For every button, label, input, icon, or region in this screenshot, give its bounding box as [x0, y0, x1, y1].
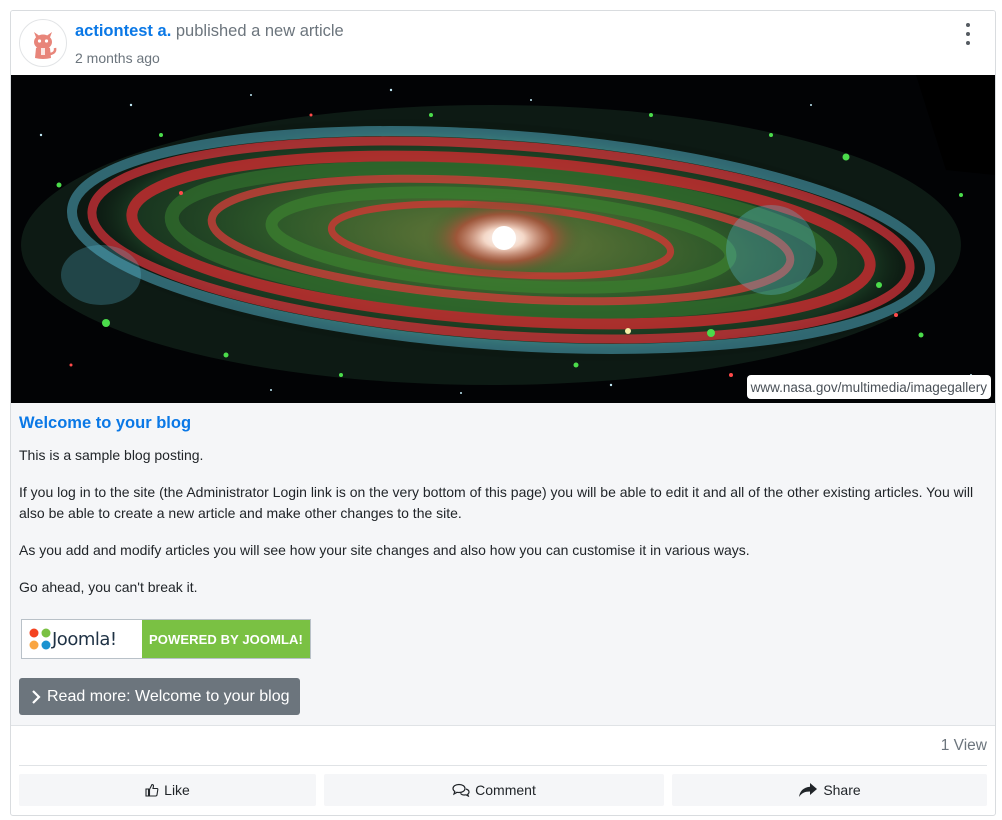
article-paragraph: This is a sample blog posting. [19, 447, 204, 463]
cat-avatar-icon [34, 32, 57, 59]
comment-icon [452, 783, 470, 797]
article-paragraph: If you log in to the site (the Administr… [19, 484, 974, 521]
comment-button[interactable]: Comment [324, 774, 664, 806]
card-header: actiontest a. published a new article 2 … [11, 11, 995, 75]
divider [11, 725, 995, 726]
article-paragraph: Go ahead, you can't break it. [19, 579, 198, 595]
article-paragraph: As you add and modify articles you will … [19, 542, 750, 558]
action-text: published a new article [175, 22, 344, 40]
author-link[interactable]: actiontest a. [75, 22, 171, 40]
article-image[interactable]: www.nasa.gov/multimedia/imagegallery [11, 75, 995, 403]
chevron-right-icon [32, 689, 41, 704]
activity-card: actiontest a. published a new article 2 … [10, 10, 996, 816]
joomla-logo: Joomla! [22, 620, 142, 658]
kebab-menu-icon[interactable] [959, 23, 977, 45]
share-button[interactable]: Share [672, 774, 987, 806]
timestamp: 2 months ago [75, 50, 160, 66]
view-count: 1 View [940, 737, 987, 754]
badge-text: POWERED BY JOOMLA! [142, 620, 310, 658]
like-button[interactable]: Like [19, 774, 316, 806]
powered-by-joomla-badge[interactable]: Joomla! POWERED BY JOOMLA! [21, 619, 311, 659]
thumbs-up-icon [145, 783, 159, 797]
joomla-logo-icon [29, 628, 51, 650]
share-icon [799, 783, 818, 797]
galaxy-image [11, 75, 995, 403]
avatar[interactable] [19, 19, 67, 67]
read-more-label: Read more: Welcome to your blog [47, 687, 290, 705]
like-label: Like [164, 782, 190, 798]
joomla-logo-text: Joomla! [52, 629, 117, 650]
share-label: Share [823, 782, 861, 798]
image-credit: www.nasa.gov/multimedia/imagegallery [746, 375, 991, 399]
article-body: Welcome to your blog This is a sample bl… [11, 403, 995, 725]
headline: actiontest a. published a new article [75, 22, 344, 41]
divider [19, 765, 987, 766]
comment-label: Comment [475, 782, 536, 798]
read-more-button[interactable]: Read more: Welcome to your blog [19, 678, 300, 715]
article-title[interactable]: Welcome to your blog [19, 414, 191, 433]
